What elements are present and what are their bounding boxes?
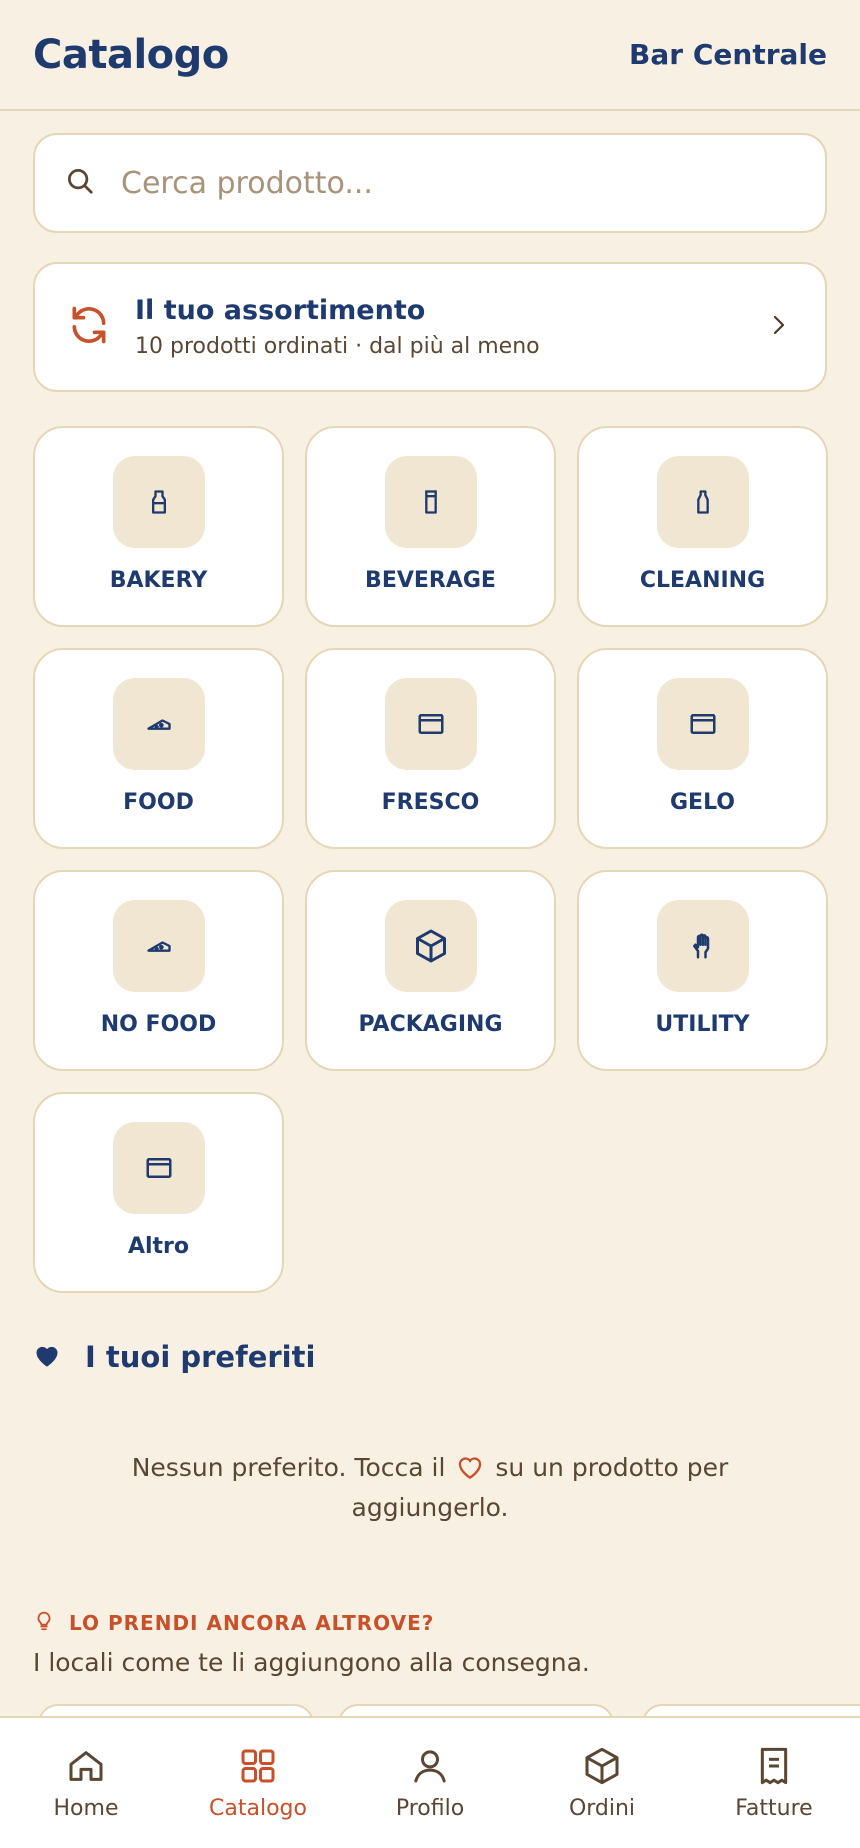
cheese-icon xyxy=(112,900,205,992)
heart-outline-icon xyxy=(459,1457,482,1480)
category-label: Altro xyxy=(127,1234,190,1259)
lightbulb-icon xyxy=(33,1608,55,1638)
category-label: UTILITY xyxy=(655,1012,750,1037)
category-label: BEVERAGE xyxy=(365,568,496,593)
nav-ordini[interactable]: Ordini xyxy=(516,1718,688,1821)
search-icon xyxy=(65,166,95,200)
empty-text-start: Nessun preferito. Tocca il xyxy=(131,1453,446,1482)
receipt-icon xyxy=(760,1747,788,1785)
category-altro[interactable]: Altro xyxy=(33,1092,284,1293)
category-label: GELO xyxy=(669,790,736,815)
category-no-food[interactable]: NO FOOD xyxy=(33,870,284,1071)
category-utility[interactable]: UTILITY xyxy=(577,870,828,1071)
category-packaging[interactable]: PACKAGING xyxy=(305,870,556,1071)
favorites-empty-message: Nessun preferito. Tocca il su un prodotto… xyxy=(60,1448,800,1528)
suggestions-kicker: LO PRENDI ANCORA ALTROVE? xyxy=(69,1611,435,1635)
home-icon xyxy=(69,1751,103,1781)
category-bakery[interactable]: BAKERY xyxy=(33,426,284,627)
search-bar[interactable] xyxy=(33,133,827,233)
suggestions-subtitle: I locali come te li aggiungono alla cons… xyxy=(33,1648,590,1677)
category-label: BAKERY xyxy=(109,568,208,593)
search-input[interactable] xyxy=(121,165,761,201)
cheese-icon xyxy=(112,678,205,770)
category-grid: BAKERY BEVERAGE CLEANING FOOD FRESCO GEL… xyxy=(33,426,828,1293)
page-title: Catalogo xyxy=(33,31,229,78)
suggestions-header: LO PRENDI ANCORA ALTROVE? xyxy=(33,1608,434,1638)
category-label: PACKAGING xyxy=(358,1012,503,1037)
nav-label: Fatture xyxy=(735,1796,813,1821)
assortment-title: Il tuo assortimento xyxy=(135,295,426,326)
nav-home[interactable]: Home xyxy=(0,1718,172,1821)
category-label: FRESCO xyxy=(381,790,480,815)
nav-profilo[interactable]: Profilo xyxy=(344,1718,516,1821)
nav-label: Catalogo xyxy=(209,1796,307,1821)
spray-bottle-icon xyxy=(656,456,749,548)
favorites-title: I tuoi preferiti xyxy=(85,1340,316,1374)
category-gelo[interactable]: GELO xyxy=(577,648,828,849)
nav-label: Profilo xyxy=(395,1796,465,1821)
assortment-card[interactable]: Il tuo assortimento 10 prodotti ordinati… xyxy=(33,262,827,392)
nav-label: Home xyxy=(53,1796,119,1821)
category-label: NO FOOD xyxy=(100,1012,217,1037)
box-icon xyxy=(585,1747,619,1785)
favorites-header: I tuoi preferiti xyxy=(33,1340,315,1374)
nav-catalogo[interactable]: Catalogo xyxy=(172,1718,344,1821)
nav-label: Ordini xyxy=(568,1796,636,1821)
heart-icon xyxy=(33,1342,61,1372)
app-header: Catalogo Bar Centrale xyxy=(0,0,860,111)
assortment-subtitle: 10 prodotti ordinati · dal più al meno xyxy=(135,334,540,359)
venue-name[interactable]: Bar Centrale xyxy=(629,38,827,71)
window-icon xyxy=(656,678,749,770)
refresh-icon xyxy=(67,303,111,351)
category-beverage[interactable]: BEVERAGE xyxy=(305,426,556,627)
nav-fatture[interactable]: Fatture xyxy=(688,1718,860,1821)
grid-icon xyxy=(241,1749,275,1783)
category-food[interactable]: FOOD xyxy=(33,648,284,849)
chevron-right-icon xyxy=(767,313,791,341)
window-icon xyxy=(384,678,477,770)
glove-icon xyxy=(656,900,749,992)
category-label: CLEANING xyxy=(639,568,766,593)
category-label: FOOD xyxy=(123,790,194,815)
bottom-navigation: Home Catalogo Profilo Ordini Fatture xyxy=(0,1716,860,1848)
category-cleaning[interactable]: CLEANING xyxy=(577,426,828,627)
box-icon xyxy=(384,900,477,992)
glass-icon xyxy=(384,456,477,548)
category-fresco[interactable]: FRESCO xyxy=(305,648,556,849)
window-icon xyxy=(112,1122,205,1214)
user-icon xyxy=(414,1750,446,1783)
bottle-icon xyxy=(112,456,205,548)
